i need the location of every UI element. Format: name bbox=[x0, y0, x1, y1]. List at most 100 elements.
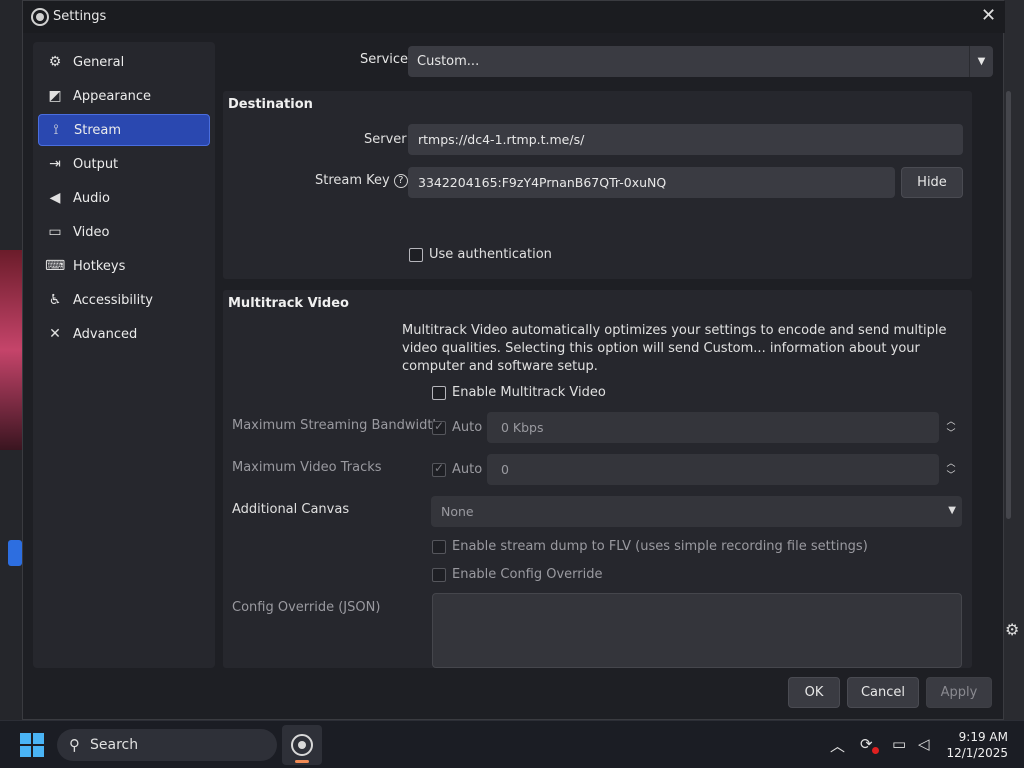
stream-key-input[interactable]: 3342204165:F9zY4PrnanB67QTr-0xuNQ bbox=[408, 167, 895, 198]
max-bandwidth-label: Maximum Streaming Bandwidth bbox=[232, 418, 441, 433]
taskbar-search[interactable]: ⚲ Search bbox=[57, 729, 277, 761]
service-label: Service bbox=[360, 52, 409, 67]
max-bandwidth-auto-checkbox[interactable] bbox=[432, 419, 446, 435]
search-label: Search bbox=[90, 737, 139, 753]
speaker-icon: ◀ bbox=[49, 190, 61, 206]
max-bandwidth-auto-label: Auto bbox=[452, 420, 483, 435]
appearance-icon: ◩ bbox=[48, 88, 62, 104]
cancel-button[interactable]: Cancel bbox=[847, 677, 919, 708]
server-label: Server bbox=[364, 132, 407, 147]
sidebar-item-label: General bbox=[73, 54, 125, 70]
service-dropdown[interactable]: Custom... ▼ bbox=[408, 46, 993, 77]
sidebar-item-stream[interactable]: ⟟ Stream bbox=[38, 114, 210, 146]
taskbar-obs-app[interactable] bbox=[282, 725, 322, 765]
ok-button[interactable]: OK bbox=[788, 677, 840, 708]
obs-app-icon bbox=[31, 8, 49, 26]
chevron-down-icon[interactable]: ﹀ bbox=[946, 428, 955, 440]
sync-icon[interactable]: ⟳ bbox=[860, 735, 873, 753]
sidebar-item-label: Stream bbox=[74, 122, 122, 138]
content-scrollbar[interactable] bbox=[1006, 91, 1011, 519]
max-tracks-spinner[interactable]: ︿ ﹀ bbox=[939, 454, 963, 485]
chevron-down-icon[interactable]: ﹀ bbox=[946, 470, 955, 482]
max-bandwidth-spinner[interactable]: ︿ ﹀ bbox=[939, 412, 963, 443]
search-icon: ⚲ bbox=[69, 736, 80, 754]
gear-icon: ⚙ bbox=[48, 54, 62, 70]
max-tracks-auto-label: Auto bbox=[452, 462, 483, 477]
multitrack-title: Multitrack Video bbox=[228, 296, 349, 311]
keyboard-icon: ⌨ bbox=[45, 258, 66, 274]
sidebar-item-output[interactable]: ⇥ Output bbox=[38, 148, 210, 180]
max-tracks-input[interactable]: 0 bbox=[487, 454, 939, 485]
sidebar-item-video[interactable]: ▭ Video bbox=[38, 216, 210, 248]
sidebar-item-label: Output bbox=[73, 156, 119, 172]
additional-canvas-label: Additional Canvas bbox=[232, 502, 350, 517]
enable-multitrack-checkbox[interactable] bbox=[432, 386, 446, 400]
additional-canvas-value: None bbox=[441, 504, 474, 519]
stream-dump-label: Enable stream dump to FLV (uses simple r… bbox=[452, 539, 868, 554]
sidebar-item-label: Audio bbox=[73, 190, 110, 206]
clock-time: 9:19 AM bbox=[958, 730, 1008, 744]
chevron-down-icon: ▼ bbox=[948, 505, 956, 516]
taskbar-clock[interactable]: 9:19 AM 12/1/2025 bbox=[944, 729, 1008, 761]
sidebar-item-audio[interactable]: ◀ Audio bbox=[38, 182, 210, 214]
dialog-titlebar[interactable]: Settings ✕ bbox=[23, 1, 1005, 33]
sidebar-item-appearance[interactable]: ◩ Appearance bbox=[38, 80, 210, 112]
windows-start-icon[interactable] bbox=[20, 733, 44, 757]
stream-key-label-wrap: Stream Key? bbox=[315, 173, 408, 188]
sidebar-item-hotkeys[interactable]: ⌨ Hotkeys bbox=[38, 250, 210, 282]
sidebar-item-label: Accessibility bbox=[73, 292, 153, 308]
stream-key-label: Stream Key bbox=[315, 173, 390, 188]
chevron-up-icon[interactable]: ︿ bbox=[946, 416, 955, 428]
monitor-icon: ▭ bbox=[48, 224, 62, 240]
sidebar-item-label: Appearance bbox=[73, 88, 152, 104]
active-app-indicator bbox=[295, 760, 309, 763]
sidebar-item-label: Advanced bbox=[73, 326, 138, 342]
apply-button[interactable]: Apply bbox=[926, 677, 992, 708]
dialog-title: Settings bbox=[53, 9, 107, 24]
sidebar-item-accessibility[interactable]: ♿ Accessibility bbox=[38, 284, 210, 316]
use-authentication-label: Use authentication bbox=[429, 247, 552, 262]
notification-dot bbox=[872, 747, 879, 754]
settings-dialog: Settings ✕ ⚙ General ◩ Appearance ⟟ Stre… bbox=[22, 0, 1011, 720]
taskbar: ⚲ Search ︿ ⟳ ▭ ◁ 9:19 AM 12/1/2025 bbox=[0, 720, 1024, 768]
chevron-up-icon[interactable]: ︿ bbox=[946, 458, 955, 470]
stream-settings-panel: Service Custom... ▼ Destination Server r… bbox=[223, 42, 995, 668]
additional-canvas-dropdown[interactable]: None ▼ bbox=[431, 496, 962, 527]
help-icon[interactable]: ? bbox=[393, 174, 408, 188]
close-icon[interactable]: ✕ bbox=[981, 5, 996, 26]
use-authentication-checkbox[interactable] bbox=[409, 248, 423, 262]
destination-title: Destination bbox=[228, 97, 313, 112]
max-bandwidth-input[interactable]: 0 Kbps bbox=[487, 412, 939, 443]
antenna-icon: ⟟ bbox=[53, 122, 59, 138]
max-video-tracks-label: Maximum Video Tracks bbox=[232, 460, 382, 475]
sidebar-item-general[interactable]: ⚙ General bbox=[38, 46, 210, 78]
hide-button[interactable]: Hide bbox=[901, 167, 963, 198]
sidebar-item-label: Hotkeys bbox=[73, 258, 126, 274]
obs-app-icon bbox=[291, 734, 313, 756]
background-preview-strip bbox=[0, 250, 22, 450]
service-value: Custom... bbox=[417, 54, 480, 69]
chevron-up-icon[interactable]: ︿ bbox=[830, 735, 845, 756]
config-json-textarea[interactable] bbox=[432, 593, 962, 668]
config-json-label: Config Override (JSON) bbox=[232, 600, 381, 615]
enable-multitrack-label: Enable Multitrack Video bbox=[452, 385, 606, 400]
chevron-down-icon: ▼ bbox=[969, 46, 993, 77]
max-tracks-auto-checkbox[interactable] bbox=[432, 461, 446, 477]
network-icon[interactable]: ▭ bbox=[892, 735, 906, 753]
clock-date: 12/1/2025 bbox=[946, 746, 1008, 760]
stream-dump-checkbox[interactable] bbox=[432, 540, 446, 554]
output-icon: ⇥ bbox=[49, 156, 61, 172]
volume-muted-icon[interactable]: ◁ bbox=[918, 735, 930, 753]
background-gear-icon[interactable]: ⚙ bbox=[1005, 620, 1019, 639]
config-override-checkbox[interactable] bbox=[432, 568, 446, 582]
destination-group: Destination Server rtmps://dc4-1.rtmp.t.… bbox=[223, 91, 972, 279]
server-input[interactable]: rtmps://dc4-1.rtmp.t.me/s/ bbox=[408, 124, 963, 155]
tools-icon: ✕ bbox=[49, 326, 61, 342]
config-override-label: Enable Config Override bbox=[452, 567, 603, 582]
settings-sidebar: ⚙ General ◩ Appearance ⟟ Stream ⇥ Output… bbox=[33, 42, 215, 668]
sidebar-item-advanced[interactable]: ✕ Advanced bbox=[38, 318, 210, 350]
multitrack-description: Multitrack Video automatically optimizes… bbox=[402, 323, 947, 374]
sidebar-item-label: Video bbox=[73, 224, 110, 240]
accessibility-icon: ♿ bbox=[48, 292, 62, 308]
background-button bbox=[8, 540, 22, 566]
